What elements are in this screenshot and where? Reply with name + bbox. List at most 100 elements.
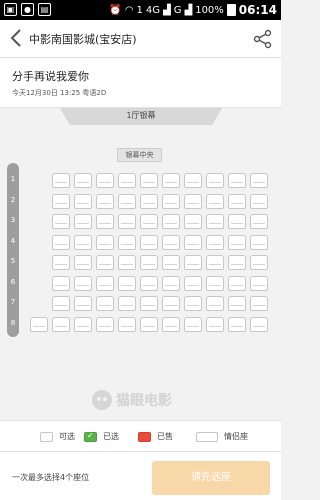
seat-available[interactable] [118,316,136,332]
seat-available[interactable] [52,173,70,188]
seat-available[interactable] [96,214,114,229]
seat-available[interactable] [228,275,246,291]
gallery-icon: ▣ [4,3,17,16]
seat-available[interactable] [206,193,224,209]
seat-available[interactable] [140,214,158,229]
seat-available[interactable] [118,193,136,209]
seat-available[interactable] [184,234,202,250]
seat-available[interactable] [184,214,202,229]
seat-available[interactable] [162,296,180,311]
seat-available[interactable] [206,275,224,291]
seat-available[interactable] [74,214,92,229]
seat-available[interactable] [74,275,92,291]
seat-available[interactable] [162,234,180,250]
seat-available[interactable] [228,316,246,332]
seat-available[interactable] [52,234,70,250]
legend-selected-label: 已选 [103,432,119,441]
seat-available[interactable] [184,316,202,332]
seat-available[interactable] [250,255,268,270]
seat-available[interactable] [228,234,246,250]
seat-available[interactable] [184,275,202,291]
seat-available[interactable] [118,296,136,311]
seat-available[interactable] [228,296,246,311]
app-header: 中影南国影城(宝安店) [0,20,281,58]
seat-available[interactable] [162,316,180,332]
seat-available[interactable] [162,214,180,229]
seat-available[interactable] [52,316,70,332]
seat-available[interactable] [206,173,224,188]
seat-available[interactable] [140,316,158,332]
seat-available[interactable] [140,275,158,291]
seat-available[interactable] [96,255,114,270]
seat-available[interactable] [162,255,180,270]
available-seat-icon [40,431,53,442]
seat-available[interactable] [184,193,202,209]
seat-available[interactable] [228,255,246,270]
seat-available[interactable] [74,234,92,250]
row-number-1: 1 [10,175,16,183]
seat-available[interactable] [250,214,268,229]
seat-available[interactable] [162,193,180,209]
row-number-6: 6 [10,277,16,286]
seat-available[interactable] [96,173,114,188]
seat-available[interactable] [140,173,158,188]
battery-percent: 100% [195,4,224,16]
seat-available[interactable] [250,275,268,291]
seat-available[interactable] [140,193,158,209]
seat-available[interactable] [118,214,136,229]
seat-available[interactable] [74,255,92,270]
screen-center-label: 银幕中央 [117,148,162,162]
confirm-seat-button[interactable]: 请先选座 [152,461,270,495]
seat-available[interactable] [228,193,246,209]
seat-available[interactable] [74,296,92,311]
seat-available[interactable] [162,173,180,188]
share-button[interactable] [253,29,273,49]
seat-available[interactable] [250,316,268,332]
seat-available[interactable] [96,296,114,311]
seat-available[interactable] [118,255,136,270]
seat-available[interactable] [52,193,70,209]
seat-available[interactable] [250,173,268,188]
selected-seat-icon [84,431,97,442]
movie-info: 分手再说我爱你 今天12月30日 13:25 粤语2D [0,58,281,108]
seat-available[interactable] [228,173,246,188]
showtime-info: 今天12月30日 13:25 粤语2D [12,89,107,97]
seat-available[interactable] [162,275,180,291]
seat-available[interactable] [206,255,224,270]
seat-available[interactable] [118,173,136,188]
seat-available[interactable] [140,255,158,270]
seat-available[interactable] [118,275,136,291]
seat-available[interactable] [206,234,224,250]
seat-available[interactable] [250,296,268,311]
status-bar: ▣ ● ▤ ⏰ ◠ 1 4G ▟ G ▟ 100% 06:14 [0,0,281,20]
seat-available[interactable] [228,214,246,229]
back-button[interactable] [6,26,28,50]
seat-available[interactable] [52,255,70,270]
seat-available[interactable] [118,234,136,250]
maoyan-logo-icon [92,390,112,410]
seat-map[interactable]: 1厅银幕 银幕中央 1 2 3 4 5 6 7 8 猫眼电影 [0,108,281,420]
seat-available[interactable] [140,296,158,311]
seat-available[interactable] [250,193,268,209]
seat-available[interactable] [206,296,224,311]
seat-available[interactable] [96,193,114,209]
signal-icon-2: ▟ [184,4,193,16]
seat-available[interactable] [184,173,202,188]
seat-available[interactable] [96,275,114,291]
seat-available[interactable] [96,234,114,250]
seat-available[interactable] [52,275,70,291]
seat-available[interactable] [206,316,224,332]
seat-available[interactable] [74,316,92,332]
seat-available[interactable] [250,234,268,250]
seat-available[interactable] [30,316,48,332]
seat-available[interactable] [206,214,224,229]
clipboard-icon: ▤ [38,3,51,16]
seat-available[interactable] [74,193,92,209]
seat-available[interactable] [52,296,70,311]
seat-available[interactable] [96,316,114,332]
seat-available[interactable] [184,255,202,270]
seat-available[interactable] [140,234,158,250]
seat-available[interactable] [74,173,92,188]
seat-available[interactable] [52,214,70,229]
seat-available[interactable] [184,296,202,311]
